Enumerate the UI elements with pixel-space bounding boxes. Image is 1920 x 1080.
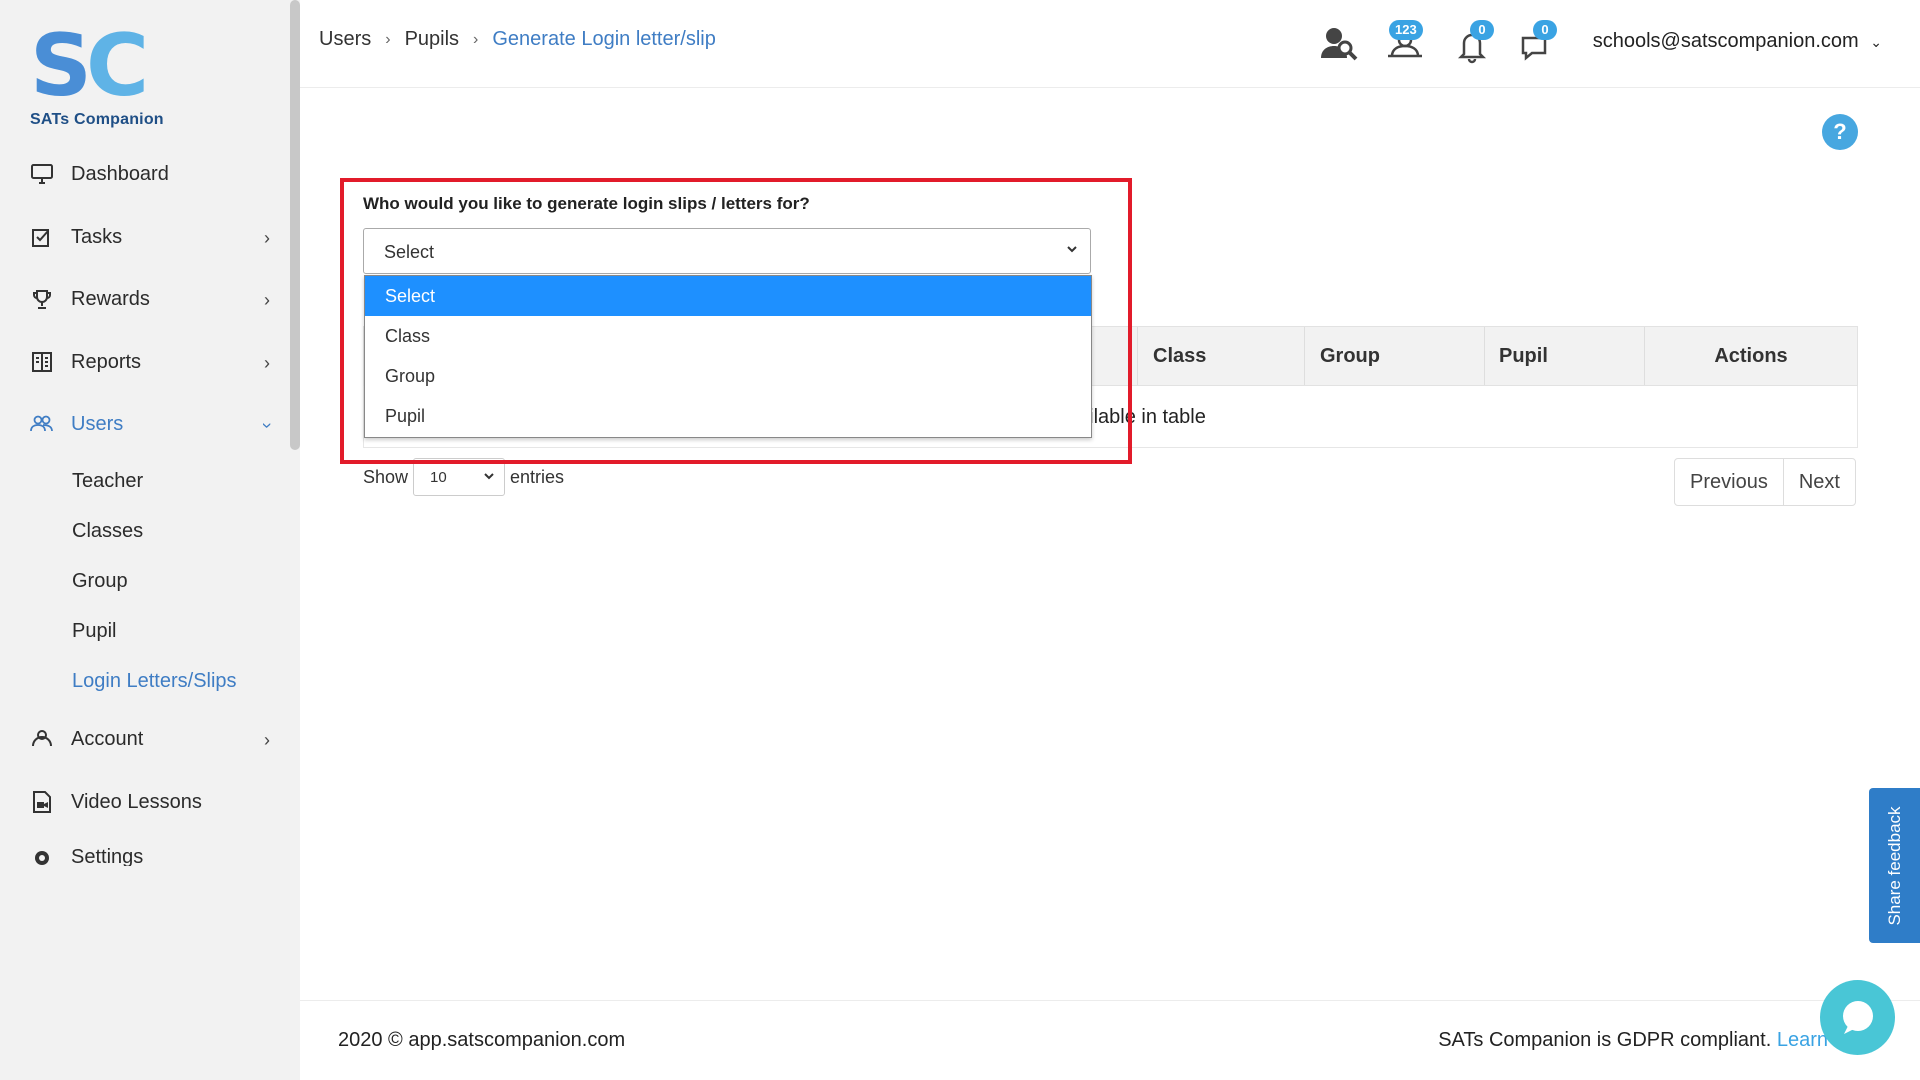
option-class[interactable]: Class [365,316,1091,356]
chevron-down-icon: ⌄ [1870,34,1882,50]
chevron-right-icon: › [385,30,391,48]
pagination: Previous Next [1674,458,1856,506]
sidebar-scrollbar[interactable] [290,0,300,450]
breadcrumb-users[interactable]: Users [319,28,371,51]
sidebar-item-video-lessons[interactable]: Video Lessons [0,780,288,824]
column-divider [1304,327,1305,385]
chevron-right-icon: › [264,730,270,750]
gear-icon [28,846,56,866]
logo[interactable]: SC SATs Companion [30,16,170,135]
generate-for-select[interactable]: Select [363,228,1091,274]
sidebar-item-users[interactable]: Users › [0,402,288,446]
pupils-count-badge: 123 [1389,20,1423,40]
option-group[interactable]: Group [365,356,1091,396]
option-pupil[interactable]: Pupil [365,396,1091,436]
monitor-icon [28,162,56,186]
chevron-down-icon [1064,241,1080,262]
column-header-class[interactable]: Class [1153,327,1206,385]
sidebar-item-label: Rewards [71,287,150,310]
chevron-down-icon [482,469,496,487]
generate-for-question: Who would you like to generate login sli… [363,194,810,213]
sidebar-subitem-pupil[interactable]: Pupil [72,620,116,643]
trophy-icon [28,287,56,311]
reports-icon [28,350,56,374]
breadcrumb: Users › Pupils › Generate Login letter/s… [319,28,716,51]
video-icon [28,790,56,814]
gdpr-text: SATs Companion is GDPR compliant. [1438,1029,1772,1051]
logo-tagline: SATs Companion [30,111,164,128]
previous-page-button[interactable]: Previous [1675,459,1783,505]
sidebar-subitem-teacher[interactable]: Teacher [72,470,143,493]
top-header: Users › Pupils › Generate Login letter/s… [300,0,1920,88]
user-email: schools@satscompanion.com [1592,30,1859,52]
sidebar-item-label: Reports [71,350,142,373]
share-feedback-button[interactable]: Share feedback [1869,788,1920,943]
sidebar-item-label: Tasks [71,225,123,248]
sidebar-item-label: Video Lessons [71,790,202,813]
notifications-badge: 0 [1470,20,1494,40]
chevron-down-icon: › [257,422,278,429]
breadcrumb-pupils[interactable]: Pupils [405,28,459,51]
select-dropdown-list: Select Class Group Pupil [364,275,1092,438]
logo-mark: SC [30,16,149,116]
sidebar-item-label: Users [71,412,124,435]
chevron-right-icon: › [264,353,270,373]
chat-bubble-icon [1843,1001,1873,1034]
user-menu[interactable]: schools@satscompanion.com ⌄ [1593,30,1882,53]
column-divider [1484,327,1485,385]
next-page-button[interactable]: Next [1782,459,1855,505]
column-header-actions: Actions [1714,345,1788,367]
sidebar-item-label: Account [71,727,144,750]
copyright: 2020 © app.satscompanion.com [338,1029,626,1051]
sidebar-subitem-group[interactable]: Group [72,570,128,593]
sidebar-item-account[interactable]: Account › [0,717,288,761]
sidebar-subitem-classes[interactable]: Classes [72,520,143,543]
gdpr-notice: SATs Companion is GDPR compliant. Learn [1438,1029,1828,1052]
breadcrumb-current: Generate Login letter/slip [492,28,716,50]
share-feedback-label: Share feedback [1884,805,1904,926]
sidebar-item-tasks[interactable]: Tasks › [0,215,288,259]
account-icon [28,727,56,751]
page-length-value: 10 [430,469,447,486]
column-header-group[interactable]: Group [1320,327,1380,385]
sidebar-item-label: Dashboard [71,162,169,185]
sidebar-item-dashboard[interactable]: Dashboard [0,152,288,196]
search-user-icon[interactable] [1317,22,1361,66]
sidebar: SC SATs Companion Dashboard Tasks › Rewa… [0,0,300,1080]
chevron-right-icon: › [473,30,479,48]
sidebar-item-label: Settings [71,846,144,866]
entries-label: entries [510,466,565,487]
chat-widget-button[interactable] [1820,980,1895,1055]
column-header-pupil[interactable]: Pupil [1499,327,1548,385]
users-icon [28,412,56,436]
sidebar-subitem-login-letters[interactable]: Login Letters/Slips [72,670,237,693]
messages-badge: 0 [1533,20,1557,40]
checklist-icon [28,225,56,249]
select-value: Select [384,242,435,262]
sidebar-item-reports[interactable]: Reports › [0,340,288,384]
footer: 2020 © app.satscompanion.com SATs Compan… [300,1000,1920,1080]
show-label: Show [363,466,409,487]
chevron-right-icon: › [264,228,270,248]
sidebar-item-settings[interactable]: Settings [0,842,288,866]
chevron-right-icon: › [264,290,270,310]
column-divider [1137,327,1138,385]
sidebar-item-rewards[interactable]: Rewards › [0,277,288,321]
help-button[interactable]: ? [1822,114,1858,150]
option-select[interactable]: Select [365,276,1091,316]
